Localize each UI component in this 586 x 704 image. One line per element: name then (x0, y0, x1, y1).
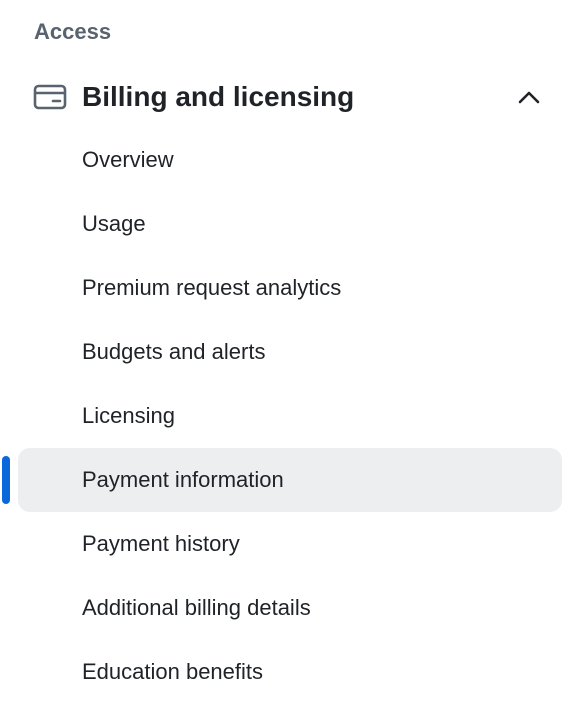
group-title: Billing and licensing (82, 81, 355, 112)
nav-item-label: Education benefits (82, 659, 264, 684)
active-item-indicator (2, 456, 10, 504)
nav-item-label: Usage (82, 211, 146, 236)
nav-item-overview[interactable]: Overview (18, 128, 562, 192)
nav-item-label: Payment information (82, 467, 284, 492)
nav-item-additional-billing-details[interactable]: Additional billing details (18, 576, 562, 640)
credit-card-icon (33, 82, 67, 112)
nav-item-label: Budgets and alerts (82, 339, 266, 364)
nav-item-label: Licensing (82, 403, 175, 428)
billing-and-licensing-group-toggle[interactable]: Billing and licensing (18, 68, 562, 126)
nav-item-education-benefits[interactable]: Education benefits (18, 640, 562, 704)
nav-item-label: Overview (82, 147, 174, 172)
nav-item-label: Premium request analytics (82, 275, 342, 300)
nav-item-budgets-and-alerts[interactable]: Budgets and alerts (18, 320, 562, 384)
nav-item-payment-information[interactable]: Payment information (18, 448, 562, 512)
billing-subnav-list: Overview Usage Premium request analytics… (18, 128, 562, 704)
section-heading: Access (34, 19, 112, 44)
nav-item-licensing[interactable]: Licensing (18, 384, 562, 448)
nav-item-premium-request-analytics[interactable]: Premium request analytics (18, 256, 562, 320)
nav-item-usage[interactable]: Usage (18, 192, 562, 256)
nav-item-label: Additional billing details (82, 595, 311, 620)
nav-item-label: Payment history (82, 531, 240, 556)
sidebar-nav: Access Billing and licensing Overview Us… (0, 0, 586, 704)
nav-item-payment-history[interactable]: Payment history (18, 512, 562, 576)
chevron-up-icon[interactable] (516, 84, 542, 110)
